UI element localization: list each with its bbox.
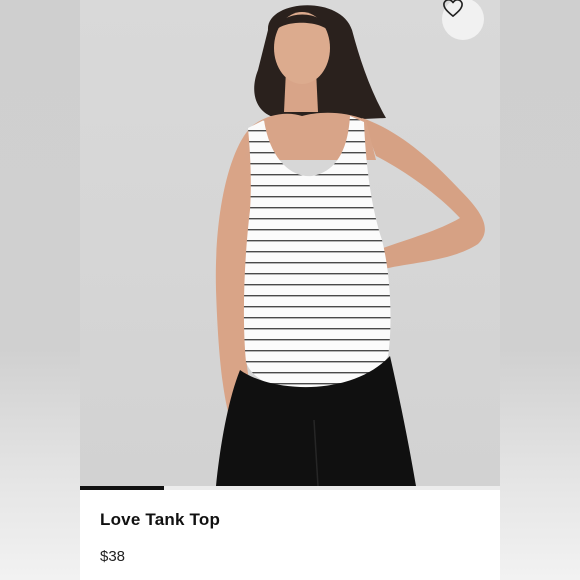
product-photo[interactable] [80,0,500,486]
product-card[interactable]: Love Tank Top $38 [80,0,500,580]
model-illustration [215,5,485,486]
backdrop-left [0,0,80,580]
backdrop-right [500,0,580,580]
product-price: $38 [100,548,126,565]
image-carousel-progress [80,486,500,490]
product-name[interactable]: Love Tank Top [100,510,220,530]
carousel-progress-fill [80,486,164,490]
wishlist-button[interactable] [442,0,484,40]
heart-outline-icon [443,0,463,17]
